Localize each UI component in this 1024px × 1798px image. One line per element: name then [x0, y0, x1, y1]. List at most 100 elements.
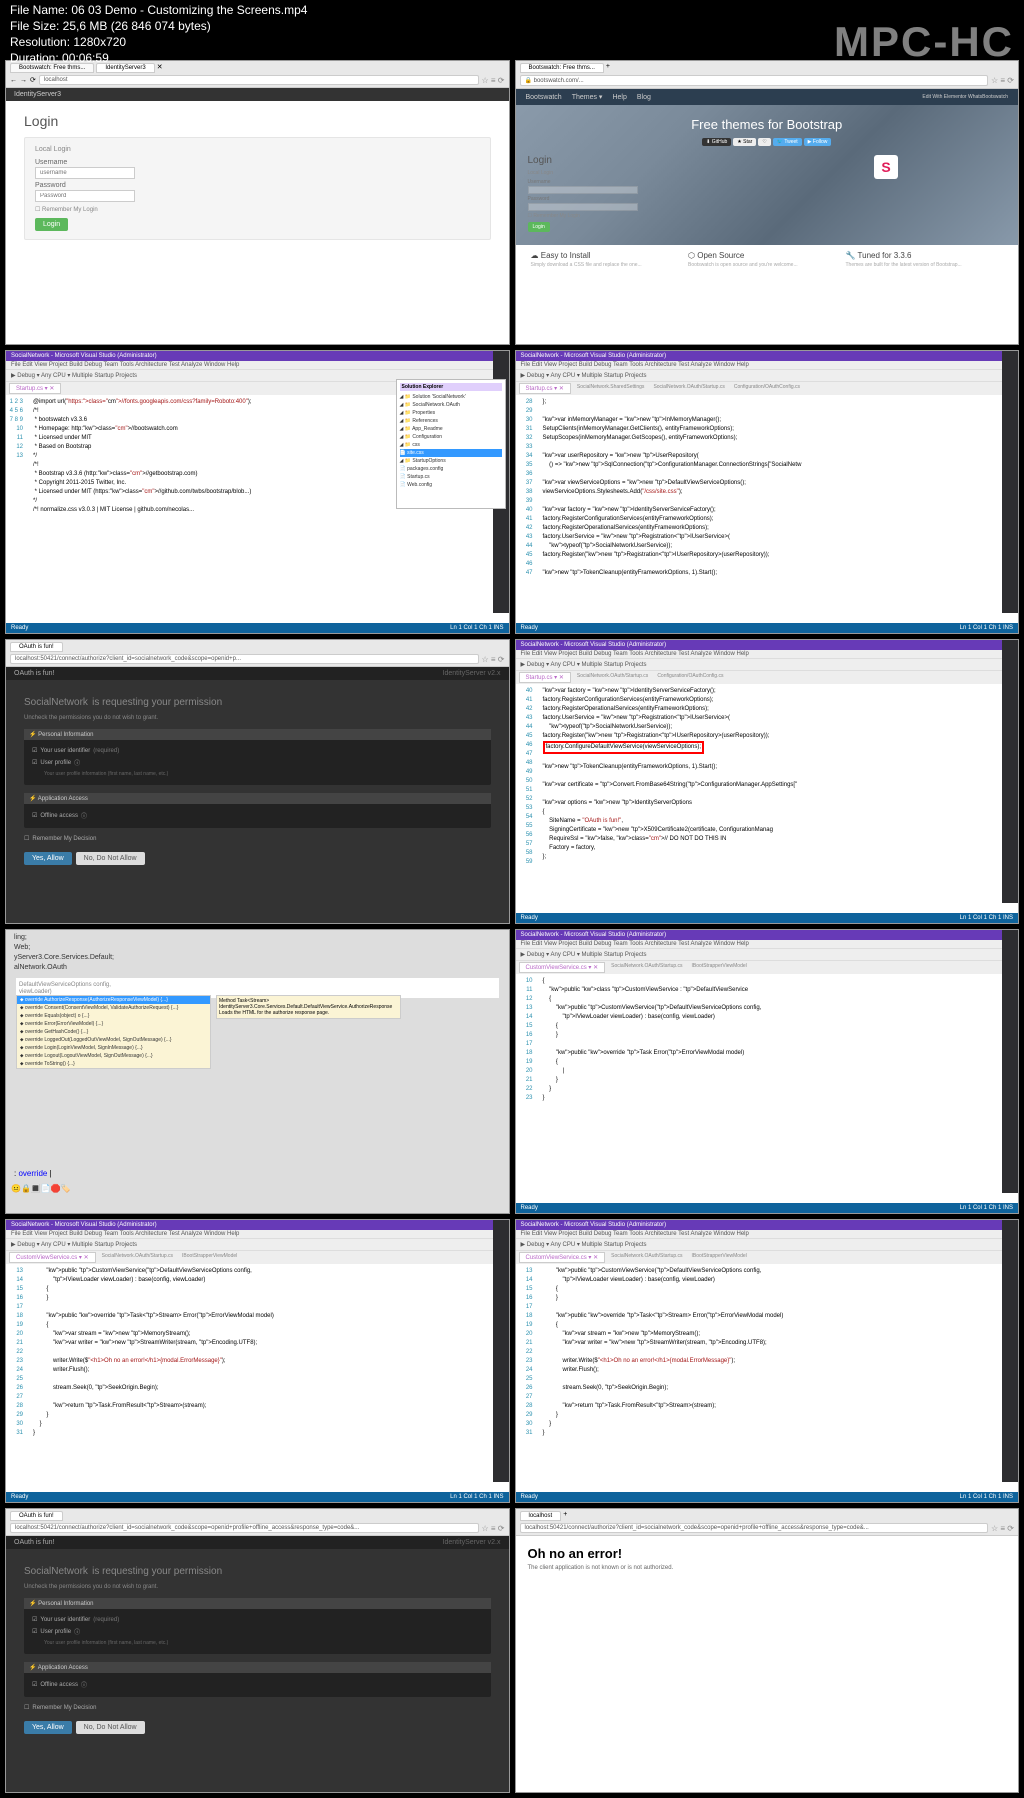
remember-checkbox[interactable]: ☐ Remember My Decision: [24, 833, 491, 844]
refresh-icon[interactable]: ⟳: [30, 76, 36, 84]
vs-toolbar[interactable]: ▶ Debug ▾ Any CPU ▾ Multiple Startup Pro…: [516, 370, 1019, 382]
hero-btn[interactable]: 🐦 Tweet: [773, 138, 802, 146]
panel-vs-errorimpl-b: SocialNetwork - Microsoft Visual Studio …: [515, 1219, 1020, 1504]
nav-right[interactable]: Edit With Elementor WhatsBootswatch: [922, 94, 1008, 100]
hero-btn[interactable]: ★ Star: [733, 138, 756, 146]
browser-actions[interactable]: ☆ ≡ ⟳: [482, 1524, 505, 1533]
editor-tab[interactable]: CustomViewService.cs ▾ ✕: [519, 962, 606, 973]
vs-sidebar: [1002, 640, 1018, 903]
address-bar[interactable]: localhost:50421/connect/authorize?client…: [520, 1523, 989, 1533]
scope-item[interactable]: ☑ User profile ⓘ: [32, 1625, 483, 1638]
password-input[interactable]: [35, 190, 135, 202]
vs-menubar[interactable]: File Edit View Project Build Debug Team …: [516, 361, 1019, 370]
intellisense-popup[interactable]: ⬥ override AuthorizeResponse(AuthorizeRe…: [16, 995, 211, 1069]
password-label: Password: [35, 182, 480, 189]
address-bar[interactable]: 🔒 bootswatch.com/...: [520, 75, 989, 86]
remember-checkbox[interactable]: ☐ Remember My Login: [35, 206, 480, 213]
browser-tab[interactable]: localhost: [520, 1511, 562, 1521]
browser-tab[interactable]: OAuth is fun!: [10, 1511, 63, 1521]
hero-btn[interactable]: ⬇ GitHub: [702, 138, 731, 146]
username-input[interactable]: [35, 167, 135, 179]
panel-vs-factory: SocialNetwork - Microsoft Visual Studio …: [515, 350, 1020, 635]
remember-checkbox[interactable]: ☐ Remember My Login: [528, 213, 638, 219]
brand[interactable]: Bootswatch: [526, 94, 562, 101]
code-editor[interactable]: 40 41 42 43 44 45 46 47 48 49 50 51 52 5…: [516, 684, 1019, 865]
editor-tab[interactable]: IBootStrapperViewModel: [179, 1252, 240, 1263]
code-editor[interactable]: 10 11 12 13 14 15 16 17 18 19 20 21 22 2…: [516, 974, 1019, 1106]
deny-button[interactable]: No, Do Not Allow: [76, 852, 145, 865]
deny-button[interactable]: No, Do Not Allow: [76, 1721, 145, 1734]
username-input[interactable]: [528, 186, 638, 194]
scope-item[interactable]: ☑ Offline access ⓘ: [32, 809, 483, 822]
nav-item[interactable]: Blog: [637, 94, 651, 101]
vs-titlebar: SocialNetwork - Microsoft Visual Studio …: [516, 351, 1019, 361]
browser-actions[interactable]: ☆ ≡ ⟳: [482, 655, 505, 664]
editor-tab[interactable]: SocialNetwork.OAuth/Startup.cs: [650, 383, 727, 394]
feature-title: ⬡ Open Source: [688, 251, 846, 260]
vs-menubar[interactable]: File Edit View Project Build Debug Team …: [516, 1230, 1019, 1239]
editor-tab[interactable]: IBootStrapperViewModel: [689, 962, 750, 973]
meta-filesize: File Size: 25,6 MB (26 846 074 bytes): [10, 18, 307, 34]
scope-item[interactable]: ☑ Your user identifier (required): [32, 1614, 483, 1625]
editor-tab[interactable]: SocialNetwork.OAuth/Startup.cs: [99, 1252, 176, 1263]
scope-item[interactable]: ☑ User profile ⓘ: [32, 756, 483, 769]
editor-tab[interactable]: Startup.cs ▾ ✕: [9, 383, 61, 394]
vs-menubar[interactable]: File Edit View Project Build Debug Team …: [6, 361, 509, 370]
vs-toolbar[interactable]: ▶ Debug ▾ Any CPU ▾ Multiple Startup Pro…: [6, 1239, 509, 1251]
password-input[interactable]: [528, 203, 638, 211]
editor-tab[interactable]: SocialNetwork.OAuth/Startup.cs: [608, 1252, 685, 1263]
feature-item: ☁ Easy to Install Simply download a CSS …: [531, 251, 689, 268]
code-editor[interactable]: 13 14 15 16 17 18 19 20 21 22 23 24 25 2…: [6, 1264, 509, 1441]
mpc-hc-logo: MPC-HC: [834, 18, 1014, 66]
consent-title: SocialNetwork is requesting your permiss…: [24, 1561, 491, 1578]
editor-tab[interactable]: Configuration/OAuthConfig.cs: [654, 672, 726, 683]
code-editor[interactable]: 28 29 30 31 32 33 34 35 36 37 38 39 40 4…: [516, 395, 1019, 581]
vs-toolbar[interactable]: ▶ Debug ▾ Any CPU ▾ Multiple Startup Pro…: [516, 1239, 1019, 1251]
editor-tab[interactable]: SocialNetwork.SharedSettings: [574, 383, 648, 394]
editor-tab[interactable]: SocialNetwork.OAuth/Startup.cs: [608, 962, 685, 973]
intellisense-filter-icons[interactable]: 😐🔒🔳📄🛑🏷️: [11, 1184, 71, 1193]
scope-item[interactable]: ☑ Offline access ⓘ: [32, 1678, 483, 1691]
browser-actions[interactable]: ☆ ≡ ⟳: [991, 1524, 1014, 1533]
vs-menubar[interactable]: File Edit View Project Build Debug Team …: [516, 940, 1019, 949]
browser-actions[interactable]: ☆ ≡ ⟳: [482, 76, 505, 85]
editor-tab[interactable]: SocialNetwork.OAuth/Startup.cs: [574, 672, 651, 683]
solution-tree[interactable]: ◢ 📁 Solution 'SocialNetwork' ◢ 📁 SocialN…: [400, 393, 502, 489]
new-tab-button[interactable]: +: [563, 1511, 567, 1521]
allow-button[interactable]: Yes, Allow: [24, 852, 72, 865]
editor-tab[interactable]: CustomViewService.cs ▾ ✕: [519, 1252, 606, 1263]
solution-explorer[interactable]: Solution Explorer ◢ 📁 Solution 'SocialNe…: [396, 379, 506, 509]
allow-button[interactable]: Yes, Allow: [24, 1721, 72, 1734]
section-header: ⚡ Application Access: [24, 1662, 491, 1673]
nav-item[interactable]: Help: [612, 94, 626, 101]
code-editor[interactable]: 13 14 15 16 17 18 19 20 21 22 23 24 25 2…: [516, 1264, 1019, 1441]
login-button[interactable]: Login: [528, 222, 550, 232]
vs-menubar[interactable]: File Edit View Project Build Debug Team …: [516, 650, 1019, 659]
editor-tab[interactable]: IBootStrapperViewModel: [689, 1252, 750, 1263]
panel-consent-2: OAuth is fun! localhost:50421/connect/au…: [5, 1508, 510, 1793]
browser-tab[interactable]: OAuth is fun!: [10, 642, 63, 652]
address-bar[interactable]: localhost:50421/connect/authorize?client…: [10, 654, 479, 664]
nav-fwd-icon[interactable]: →: [20, 77, 27, 84]
editor-tab[interactable]: Startup.cs ▾ ✕: [519, 383, 571, 394]
nav-item[interactable]: Themes ▾: [572, 93, 603, 101]
remember-checkbox[interactable]: ☐ Remember My Decision: [24, 1702, 491, 1713]
hero-btn[interactable]: ♡: [758, 138, 770, 146]
address-bar[interactable]: localhost: [39, 75, 479, 85]
vs-toolbar[interactable]: ▶ Debug ▾ Any CPU ▾ Multiple Startup Pro…: [516, 949, 1019, 961]
personal-info-box: ⚡ Personal Information ☑ Your user ident…: [24, 729, 491, 785]
hero-btn[interactable]: ▶ Follow: [804, 138, 832, 146]
scope-item[interactable]: ☑ Your user identifier (required): [32, 745, 483, 756]
nav-back-icon[interactable]: ←: [10, 77, 17, 84]
editor-tab[interactable]: Configuration/OAuthConfig.cs: [731, 383, 803, 394]
login-button[interactable]: Login: [35, 218, 68, 231]
editor-tab[interactable]: CustomViewService.cs ▾ ✕: [9, 1252, 96, 1263]
browser-actions[interactable]: ☆ ≡ ⟳: [991, 76, 1014, 85]
vs-menubar[interactable]: File Edit View Project Build Debug Team …: [6, 1230, 509, 1239]
address-bar[interactable]: localhost:50421/connect/authorize?client…: [10, 1523, 479, 1533]
new-tab-button[interactable]: +: [606, 63, 610, 73]
editor-tab[interactable]: Startup.cs ▾ ✕: [519, 672, 571, 683]
password-label: Password: [528, 196, 638, 202]
browser-tab[interactable]: Bootswatch: Free thms...: [520, 63, 604, 73]
vs-toolbar[interactable]: ▶ Debug ▾ Any CPU ▾ Multiple Startup Pro…: [516, 659, 1019, 671]
